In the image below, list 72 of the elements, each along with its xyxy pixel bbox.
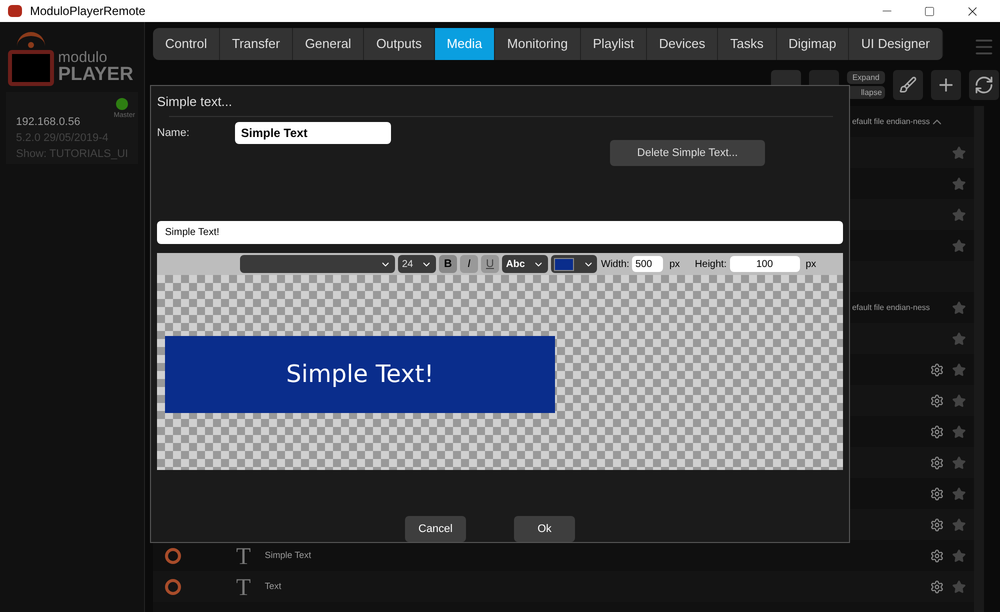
font-dropdown[interactable] [240, 255, 395, 274]
star-icon[interactable] [952, 394, 966, 408]
gear-icon[interactable] [930, 518, 944, 532]
width-label: Width: [601, 258, 630, 272]
tab[interactable]: Playlist [580, 28, 648, 60]
app-icon [8, 5, 22, 17]
text-field[interactable]: Simple Text! [157, 221, 843, 244]
star-icon[interactable] [952, 146, 966, 160]
color-dropdown[interactable] [551, 255, 597, 274]
tab[interactable]: UI Designer [849, 28, 943, 60]
tab[interactable]: Transfer [220, 28, 293, 60]
refresh-icon [974, 75, 994, 95]
star-icon[interactable] [952, 238, 966, 252]
star-icon[interactable] [952, 580, 966, 594]
tab[interactable]: Tasks [718, 28, 777, 60]
tab[interactable]: Digimap [776, 28, 850, 60]
logo-text: modulo [58, 50, 108, 65]
unit-label: px [806, 258, 816, 272]
height-field[interactable]: 100 [730, 256, 800, 272]
star-icon[interactable] [952, 548, 966, 562]
dialog-title: Simple text... [157, 93, 234, 111]
gear-icon[interactable] [930, 548, 944, 562]
color-ring-icon [165, 548, 182, 564]
star-icon[interactable] [952, 362, 966, 376]
unit-label: px [669, 258, 680, 272]
refresh-button[interactable] [968, 70, 999, 100]
gear-icon[interactable] [930, 424, 944, 438]
name-label: Name: [157, 126, 190, 142]
gear-icon[interactable] [930, 394, 944, 408]
size-dropdown[interactable]: 24 [398, 255, 436, 274]
star-icon[interactable] [952, 300, 966, 314]
media-name: efault file endian-ness [852, 116, 930, 128]
text-type-icon: T [236, 545, 251, 569]
logo-drawing [8, 32, 54, 88]
gear-icon[interactable] [930, 362, 944, 376]
media-name: Text [264, 580, 282, 593]
star-icon[interactable] [952, 456, 966, 470]
italic-button[interactable]: I [460, 255, 478, 274]
brush-button[interactable] [892, 70, 923, 100]
tab[interactable]: Monitoring [495, 28, 581, 60]
star-icon[interactable] [952, 176, 966, 190]
star-icon[interactable] [952, 208, 966, 222]
expand-button[interactable]: Expand [846, 71, 885, 84]
gear-icon[interactable] [930, 486, 944, 500]
height-label: Height: [694, 258, 727, 272]
star-icon[interactable] [952, 518, 966, 532]
brush-icon [898, 76, 917, 94]
logo-text: PLAYER [58, 65, 134, 84]
width-field[interactable]: 500 [632, 256, 664, 272]
bold-button[interactable]: B [439, 255, 457, 274]
star-icon[interactable] [952, 486, 966, 500]
dialog-button[interactable]: Ok [514, 516, 575, 542]
text-type-icon: T [236, 576, 251, 600]
star-icon[interactable] [952, 424, 966, 438]
color-ring-icon [165, 578, 182, 594]
media-name: efault file endian-ness [852, 302, 930, 314]
style-dropdown[interactable]: Abc [502, 255, 548, 274]
media-name: Simple Text [264, 548, 312, 562]
window-title: ModuloPlayerRemote [30, 3, 146, 20]
dialog-button[interactable]: Cancel [405, 516, 466, 542]
tab[interactable]: Control [153, 28, 220, 60]
maximize-icon[interactable] [924, 6, 935, 16]
gear-icon[interactable] [930, 580, 944, 594]
preview-text: Simple Text! [286, 359, 434, 390]
tab[interactable]: General [292, 28, 364, 60]
add-button[interactable] [930, 70, 961, 100]
name-field[interactable]: Simple Text [235, 122, 391, 144]
star-icon[interactable] [952, 332, 966, 346]
gear-icon[interactable] [930, 456, 944, 470]
delete-button[interactable]: Delete Simple Text... [610, 140, 765, 166]
tab[interactable]: Devices [647, 28, 718, 60]
device-ip: 192.168.0.56 [16, 115, 80, 130]
